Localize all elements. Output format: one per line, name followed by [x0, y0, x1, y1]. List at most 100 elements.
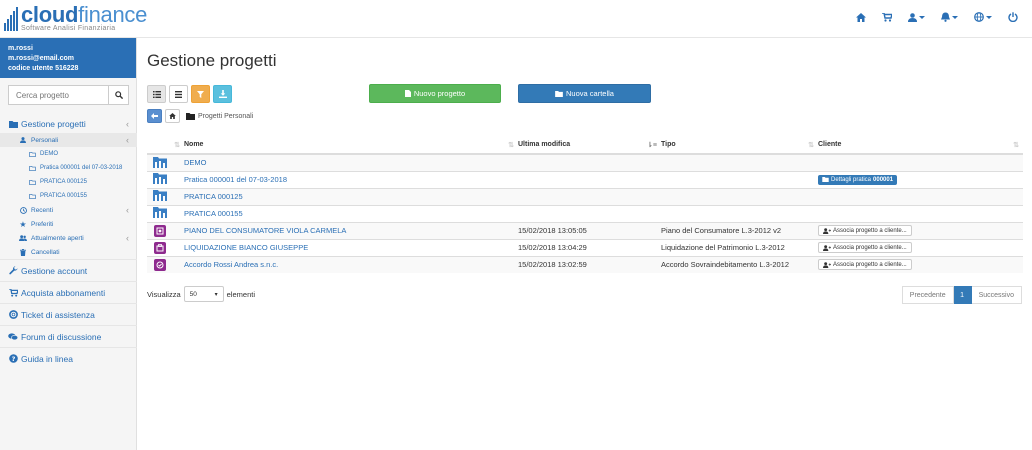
user-icon: [908, 12, 917, 22]
wrench-icon: [8, 266, 17, 275]
home-crumb-button[interactable]: [165, 109, 180, 123]
main-content: Gestione progetti Nuovo progetto Nuova c…: [137, 38, 1032, 450]
column-header-icon[interactable]: ⇅: [147, 136, 184, 155]
associate-client-label: Associa progetto a cliente...: [833, 227, 907, 234]
globe-icon: [974, 12, 984, 22]
search-input[interactable]: [8, 85, 108, 105]
sidebar-folder-item[interactable]: Pratica 000001 del 07-03-2018: [0, 161, 137, 175]
chevron-down-icon: [919, 15, 925, 19]
page-number-button[interactable]: 1: [953, 286, 972, 304]
table-row[interactable]: PRATICA 000155: [147, 204, 1023, 222]
pratica-number: 000001: [873, 176, 894, 183]
table-row[interactable]: PIANO DEL CONSUMATORE VIOLA CARMELA 15/0…: [147, 221, 1023, 239]
elements-label: elementi: [226, 289, 255, 299]
sidebar-item-label: Recenti: [31, 206, 54, 214]
filter-icon: [197, 90, 204, 98]
sidebar-item-recenti[interactable]: Recenti ‹: [0, 203, 137, 217]
associate-client-label: Associa progetto a cliente...: [833, 261, 907, 268]
column-header-nome[interactable]: Nome ⇅: [184, 136, 518, 155]
sidebar-item-attualmente-aperti[interactable]: Attualmente aperti ‹: [0, 231, 137, 245]
row-name[interactable]: LIQUIDAZIONE BIANCO GIUSEPPE: [184, 238, 518, 256]
breadcrumb-current[interactable]: Progetti Personali: [186, 112, 254, 120]
sidebar-item-gestione-progetti[interactable]: Gestione progetti ‹: [0, 115, 137, 133]
breadcrumb-label: Progetti Personali: [198, 112, 254, 120]
column-header-label: Ultima modifica: [518, 141, 571, 148]
users-icon: [19, 235, 27, 241]
download-button[interactable]: [213, 85, 232, 103]
sidebar-item-gestione-account[interactable]: Gestione account: [0, 259, 137, 281]
table-row[interactable]: PRATICA 000125: [147, 187, 1023, 205]
table-row[interactable]: Accordo Rossi Andrea s.n.c. 15/02/2018 1…: [147, 255, 1023, 273]
table-row[interactable]: LIQUIDAZIONE BIANCO GIUSEPPE 15/02/2018 …: [147, 238, 1023, 256]
project-folder-icon: [153, 207, 167, 219]
list-view-button[interactable]: [147, 85, 166, 103]
folder-outline-icon: [28, 179, 36, 185]
project-folder-icon: [153, 156, 167, 168]
top-nav-icons: [856, 12, 1018, 22]
back-button[interactable]: [147, 109, 162, 123]
row-date: 15/02/2018 13:05:05: [518, 221, 661, 239]
column-header-tipo[interactable]: Tipo ⇅: [661, 136, 818, 155]
sidebar-item-preferiti[interactable]: ★ Preferiti: [0, 217, 137, 231]
notifications-button[interactable]: [941, 12, 958, 22]
logout-button[interactable]: [1008, 12, 1018, 22]
row-name[interactable]: PIANO DEL CONSUMATORE VIOLA CARMELA: [184, 221, 518, 239]
previous-page-button[interactable]: Precedente: [901, 286, 954, 304]
page-title: Gestione progetti: [147, 51, 277, 70]
folder-icon: [186, 112, 195, 120]
sidebar-item-acquista-abbonamenti[interactable]: Acquista abbonamenti: [0, 281, 137, 303]
user-username: m.rossi: [8, 45, 33, 52]
associate-client-button[interactable]: Associa progetto a cliente...: [818, 242, 912, 253]
sidebar-folder-label: Pratica 000001 del 07-03-2018: [40, 165, 123, 171]
sidebar-folder-item[interactable]: PRATICA 000125: [0, 175, 137, 189]
filter-button[interactable]: [191, 85, 210, 103]
sidebar-item-personali[interactable]: Personali ‹: [0, 133, 137, 147]
row-name[interactable]: DEMO: [184, 153, 518, 171]
next-page-button[interactable]: Successivo: [971, 286, 1022, 304]
brand-logo[interactable]: cloudfinance Software Analisi Finanziari…: [4, 4, 147, 34]
sidebar-item-ticket[interactable]: Ticket di assistenza: [0, 303, 137, 325]
page-size-select[interactable]: 50 ▾: [183, 286, 224, 302]
sort-icon: ⇅: [808, 142, 814, 149]
new-folder-button[interactable]: Nuova cartella: [518, 84, 651, 103]
page-size-value: 50: [189, 290, 197, 298]
folder-outline-icon: [28, 165, 36, 171]
table-header-row: ⇅ Nome ⇅ Ultima modifica ⇂≡ Tipo ⇅ Cliente ⇅: [147, 136, 1023, 155]
associate-client-button[interactable]: Associa progetto a cliente...: [818, 259, 912, 271]
help-icon: ?: [8, 354, 18, 363]
row-name[interactable]: PRATICA 000155: [184, 204, 518, 222]
pratica-details-button[interactable]: Dettagli pratica 000001: [818, 174, 898, 185]
sidebar-item-cancellati[interactable]: Cancellati: [0, 245, 137, 259]
column-header-ultima-modifica[interactable]: Ultima modifica ⇂≡: [518, 136, 661, 155]
associate-client-button[interactable]: Associa progetto a cliente...: [818, 225, 912, 236]
table-row[interactable]: Pratica 000001 del 07-03-2018 Dettagli p…: [147, 170, 1023, 188]
column-header-label: Cliente: [818, 141, 842, 148]
sidebar-folder-item[interactable]: PRATICA 000155: [0, 189, 137, 203]
language-button[interactable]: [974, 12, 992, 22]
cart-button[interactable]: [882, 12, 892, 22]
pratica-details-label: Dettagli pratica: [831, 176, 872, 183]
table-row[interactable]: DEMO: [147, 153, 1023, 171]
arrow-left-icon: [151, 113, 158, 119]
pagination: Precedente 1 Successivo: [901, 286, 1022, 304]
project-type-icon: [154, 241, 166, 254]
user-menu-button[interactable]: [908, 12, 925, 22]
home-button[interactable]: [856, 12, 866, 22]
compact-view-button[interactable]: [169, 85, 188, 103]
new-project-button[interactable]: Nuovo progetto: [369, 84, 501, 103]
chevron-left-icon: ‹: [126, 119, 129, 129]
column-header-cliente[interactable]: Cliente ⇅: [818, 136, 1023, 155]
sidebar: m.rossi m.rossi@email.com codice utente …: [0, 38, 137, 450]
sidebar-item-forum[interactable]: Forum di discussione: [0, 325, 137, 347]
list-icon: [152, 90, 161, 98]
sidebar-item-label: Preferiti: [31, 220, 54, 228]
row-name[interactable]: PRATICA 000125: [184, 187, 518, 205]
folder-outline-icon: [28, 151, 36, 157]
project-folder-icon: [153, 190, 167, 202]
row-name[interactable]: Accordo Rossi Andrea s.n.c.: [184, 255, 518, 273]
sidebar-item-guida[interactable]: ? Guida in linea: [0, 347, 137, 369]
sidebar-folder-item[interactable]: DEMO: [0, 147, 137, 161]
row-name[interactable]: Pratica 000001 del 07-03-2018: [184, 170, 518, 188]
search-button[interactable]: [108, 85, 129, 105]
power-icon: [1008, 12, 1018, 22]
